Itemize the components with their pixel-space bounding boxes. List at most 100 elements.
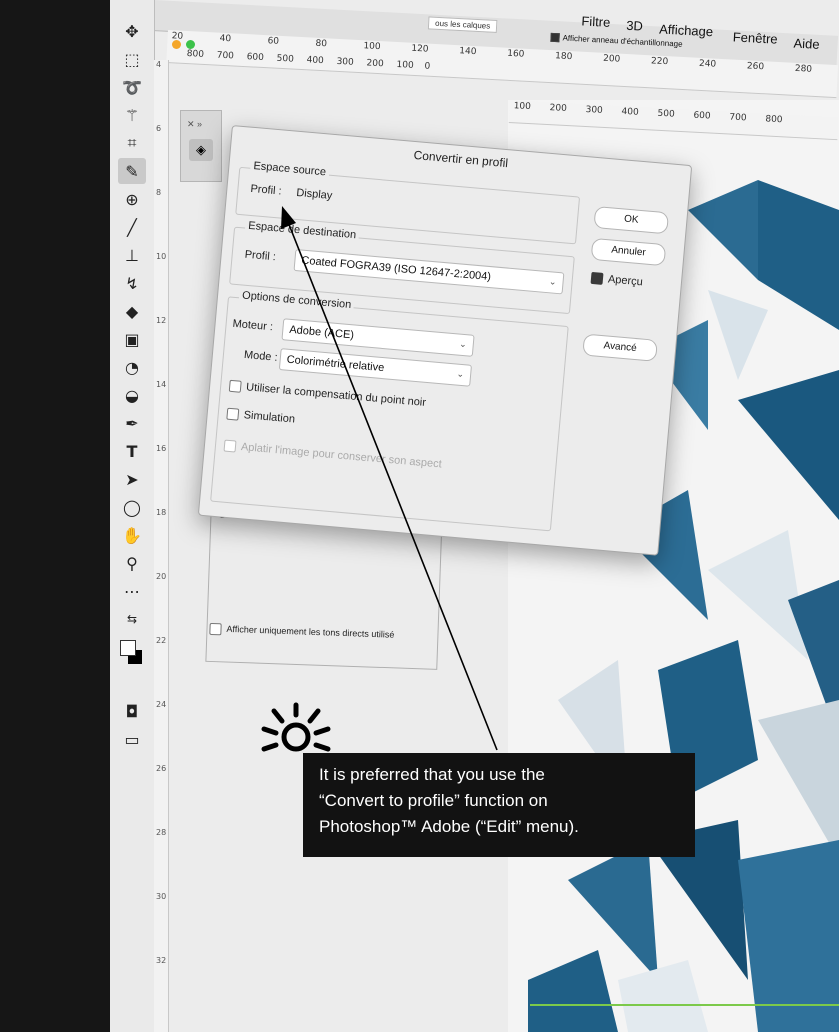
black-point-checkbox[interactable] [228,379,242,393]
ruler-tick-label: 22 [156,636,167,645]
monitor-bezel [0,0,110,1032]
menu-3d[interactable]: 3D [626,18,643,34]
tip-callout: It is preferred that you use the “Conver… [303,753,695,857]
sampling-ring-checkbox[interactable] [550,33,560,43]
preview-label: Aperçu [607,273,644,289]
history-brush-tool-icon[interactable]: ↯ [118,270,146,296]
ruler-tick-label: 200 [366,58,384,70]
black-point-option[interactable]: Utiliser la compensation du point noir [228,379,427,409]
ruler-tick-label: 28 [156,828,167,837]
callout-line: “Convert to profile” function on [319,791,548,810]
ruler-tick-label: 600 [246,52,265,64]
ruler-tick-label: 160 [506,48,525,60]
move-tool-icon[interactable]: ✥ [118,18,146,44]
ruler-tick-label: 80 [315,38,328,50]
menu-filtre[interactable]: Filtre [581,13,611,29]
ruler-tick-label: 24 [156,700,167,709]
zoom-button[interactable] [186,40,195,49]
ruler-tick-label: 20 [156,572,167,581]
ruler-tick-label: 14 [156,380,167,389]
simulation-option[interactable]: Simulation [226,407,296,426]
ruler-tick-label: 100 [513,101,532,113]
blur-tool-icon[interactable]: ◔ [118,354,146,380]
minimize-button[interactable] [172,40,181,49]
ruler-tick-label: 26 [156,764,167,773]
magic-wand-tool-icon[interactable]: ⚚ [118,102,146,128]
dodge-tool-icon[interactable]: ◒ [118,382,146,408]
layers-dropdown[interactable]: ous les calques [427,16,498,33]
menu-affichage[interactable]: Affichage [659,21,714,39]
ruler-tick-label: 200 [602,53,621,65]
black-point-label: Utiliser la compensation du point noir [245,381,427,409]
ruler-tick-label: 280 [794,63,813,75]
menu-fenetre[interactable]: Fenêtre [732,29,778,46]
zoom-tool-icon[interactable]: ⚲ [118,550,146,576]
destination-profile-value: Coated FOGRA39 (ISO 12647-2:2004) [300,254,492,284]
source-profile-value: Display [295,186,333,202]
panel-close-icon[interactable]: ✕ » [187,119,202,130]
preview-option[interactable]: Aperçu [590,271,644,289]
ruler-tick-label: 100 [363,41,381,53]
ok-button[interactable]: OK [593,205,670,235]
engine-value: Adobe (ACE) [288,323,355,342]
ellipse-tool-icon[interactable]: ◯ [118,494,146,520]
clone-stamp-tool-icon[interactable]: ⊥ [118,242,146,268]
chevron-down-icon: ⌄ [458,339,468,351]
spot-colors-option[interactable]: Afficher uniquement les tons directs uti… [209,622,395,641]
conversion-options-group: Options de conversion Moteur : Adobe (AC… [210,289,569,532]
spot-colors-checkbox[interactable] [209,622,222,636]
advanced-button[interactable]: Avancé [582,333,658,362]
mode-value: Colorimétrie relative [286,353,385,375]
ruler-tick-label: 220 [650,56,669,68]
vertical-ruler: 4 6 8 10 12 14 16 18 20 22 24 26 28 30 3… [154,60,169,1032]
source-space-title: Espace source [249,159,330,179]
lasso-tool-icon[interactable]: ➰ [118,74,146,100]
swap-colors-icon[interactable]: ⇆ [118,606,146,632]
destination-profile-select[interactable]: Coated FOGRA39 (ISO 12647-2:2004) ⌄ [293,249,565,295]
crop-tool-icon[interactable]: ⌗ [118,130,146,156]
brush-tool-icon[interactable]: ╱ [118,214,146,240]
eraser-tool-icon[interactable]: ◆ [118,298,146,324]
flatten-label: Aplatir l'image pour conserver son aspec… [240,441,443,471]
preview-checkbox[interactable] [590,271,604,285]
menu-aide[interactable]: Aide [793,36,820,52]
simulation-label: Simulation [243,409,296,426]
window-controls [172,40,195,49]
quick-mask-icon[interactable]: ◘ [118,698,146,724]
path-selection-tool-icon[interactable]: ➤ [118,466,146,492]
destination-profile-label: Profil : [244,248,277,264]
ruler-tick-label: 16 [156,444,167,453]
ruler-tick-label: 600 [693,110,711,122]
ruler-tick-label: 120 [411,43,429,55]
screenshot-frame: ous les calques Afficher anneau d'échant… [0,0,839,1032]
ruler-tick-label: 180 [554,51,573,63]
ruler-tick-label: 400 [621,106,639,118]
ruler-tick-label: 10 [156,252,167,261]
eyedropper-tool-icon[interactable]: ✎ [118,158,146,184]
ruler-tick-label: 4 [156,60,162,69]
color-swatches-icon[interactable] [118,640,146,666]
layers-icon[interactable]: ◈ [189,139,213,161]
convert-profile-dialog: Convertir en profil Espace source Profil… [197,125,693,556]
marquee-tool-icon[interactable]: ⬚ [118,46,146,72]
gradient-tool-icon[interactable]: ▣ [118,326,146,352]
source-profile-label: Profil : [249,182,283,198]
healing-brush-tool-icon[interactable]: ⊕ [118,186,146,212]
simulation-checkbox[interactable] [226,407,240,421]
type-tool-icon[interactable]: T [118,438,146,464]
ruler-tick-label: 700 [729,112,747,124]
flatten-option: Aplatir l'image pour conserver son aspec… [223,439,443,471]
ruler-tick-label: 18 [156,508,167,517]
ruler-tick-label: 8 [156,188,162,197]
hand-tool-icon[interactable]: ✋ [118,522,146,548]
ruler-tick-label: 32 [156,956,167,965]
more-tools-icon[interactable]: ⋯ [118,578,146,604]
cancel-button[interactable]: Annuler [590,237,667,267]
ruler-tick-label: 12 [156,316,167,325]
ruler-tick-label: 240 [698,58,717,70]
pen-tool-icon[interactable]: ✒ [118,410,146,436]
ruler-tick-label: 60 [267,36,280,47]
ruler-tick-label: 800 [765,114,783,126]
spot-colors-label: Afficher uniquement les tons directs uti… [226,623,395,640]
screen-mode-icon[interactable]: ▭ [118,726,146,752]
